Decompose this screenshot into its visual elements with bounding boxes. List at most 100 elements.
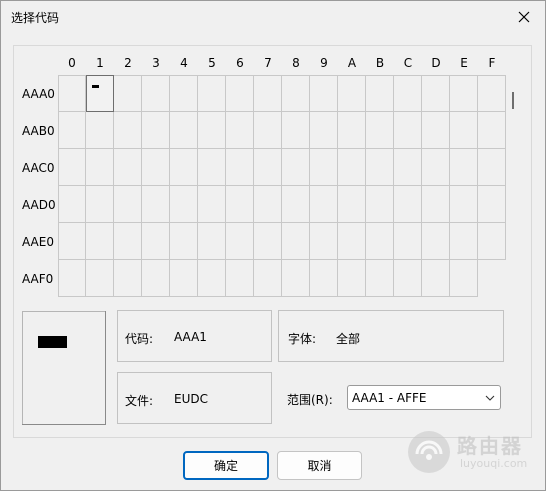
grid-cell[interactable] — [450, 223, 478, 260]
grid-cell[interactable] — [450, 186, 478, 223]
grid-cell[interactable] — [254, 260, 282, 297]
grid-cell[interactable] — [338, 149, 366, 186]
grid-cell[interactable] — [366, 75, 394, 112]
grid-cell[interactable] — [282, 149, 310, 186]
grid-cell[interactable] — [366, 260, 394, 297]
grid-cell[interactable] — [254, 149, 282, 186]
grid-cell[interactable] — [198, 223, 226, 260]
grid-cell[interactable] — [86, 260, 114, 297]
grid-cell[interactable] — [394, 112, 422, 149]
grid-cell[interactable] — [226, 186, 254, 223]
grid-cell[interactable] — [394, 260, 422, 297]
grid-cell[interactable] — [450, 75, 478, 112]
grid-cell[interactable] — [114, 186, 142, 223]
grid-cell[interactable] — [226, 75, 254, 112]
grid-cell[interactable] — [478, 186, 506, 223]
grid-cell[interactable] — [114, 223, 142, 260]
grid-cell[interactable] — [142, 223, 170, 260]
grid-cell[interactable] — [394, 149, 422, 186]
grid-cell[interactable] — [58, 75, 86, 112]
close-button[interactable] — [509, 4, 539, 30]
grid-cell[interactable] — [310, 186, 338, 223]
grid-cell[interactable] — [282, 112, 310, 149]
grid-cell[interactable] — [422, 149, 450, 186]
grid-cell[interactable] — [142, 149, 170, 186]
range-dropdown[interactable]: AAA1 - AFFE — [347, 385, 501, 410]
grid-cell[interactable] — [170, 223, 198, 260]
grid-cell[interactable] — [142, 75, 170, 112]
grid-cell[interactable] — [310, 75, 338, 112]
grid-cell[interactable] — [198, 260, 226, 297]
grid-cell[interactable] — [394, 75, 422, 112]
cancel-button[interactable]: 取消 — [277, 451, 362, 480]
grid-cell[interactable] — [58, 112, 86, 149]
grid-cell[interactable] — [58, 260, 86, 297]
grid-cell[interactable] — [282, 260, 310, 297]
grid-cell[interactable] — [58, 186, 86, 223]
grid-cell[interactable] — [450, 112, 478, 149]
grid-cell[interactable] — [142, 112, 170, 149]
grid-cell[interactable] — [58, 149, 86, 186]
grid-cell[interactable] — [170, 149, 198, 186]
grid-cell[interactable] — [86, 112, 114, 149]
grid-cell[interactable] — [198, 186, 226, 223]
grid-cell[interactable] — [114, 149, 142, 186]
grid-cell[interactable] — [254, 112, 282, 149]
grid-cell[interactable] — [394, 223, 422, 260]
grid-cell[interactable] — [450, 260, 478, 297]
grid-cell[interactable] — [170, 112, 198, 149]
grid-cell[interactable] — [114, 112, 142, 149]
grid-cell[interactable] — [338, 112, 366, 149]
grid-cell[interactable] — [226, 223, 254, 260]
grid-cell[interactable] — [478, 149, 506, 186]
grid-cell[interactable] — [338, 75, 366, 112]
grid-cell[interactable] — [142, 260, 170, 297]
grid-cell[interactable] — [282, 223, 310, 260]
grid-scrollbar[interactable] — [507, 75, 519, 297]
grid-cell[interactable] — [422, 186, 450, 223]
grid-cell[interactable] — [198, 112, 226, 149]
grid-cell[interactable] — [394, 186, 422, 223]
grid-cell[interactable] — [86, 186, 114, 223]
grid-cell[interactable] — [86, 149, 114, 186]
grid-cell[interactable] — [310, 260, 338, 297]
grid-cell[interactable] — [86, 223, 114, 260]
grid-cell[interactable] — [114, 260, 142, 297]
ok-button[interactable]: 确定 — [183, 451, 269, 480]
grid-cell[interactable] — [254, 75, 282, 112]
grid-cell[interactable] — [226, 112, 254, 149]
scrollbar-thumb[interactable] — [512, 92, 514, 109]
grid-cell[interactable] — [422, 223, 450, 260]
grid-cell[interactable] — [478, 112, 506, 149]
grid-cell[interactable] — [366, 149, 394, 186]
grid-cell[interactable] — [422, 75, 450, 112]
grid-cell[interactable] — [170, 75, 198, 112]
grid-cell[interactable] — [310, 223, 338, 260]
grid-cell[interactable] — [226, 260, 254, 297]
grid-cell[interactable] — [170, 186, 198, 223]
grid-cell[interactable] — [450, 149, 478, 186]
grid-cell[interactable] — [366, 223, 394, 260]
grid-cell[interactable] — [338, 260, 366, 297]
grid-cell[interactable] — [366, 112, 394, 149]
grid-cell[interactable] — [282, 186, 310, 223]
grid-cell[interactable] — [142, 186, 170, 223]
grid-cell[interactable] — [478, 75, 506, 112]
grid-cell[interactable] — [282, 75, 310, 112]
grid-cell[interactable] — [198, 75, 226, 112]
grid-cell[interactable] — [422, 112, 450, 149]
grid-cell[interactable] — [310, 112, 338, 149]
grid-cell[interactable] — [226, 149, 254, 186]
grid-cell[interactable] — [198, 149, 226, 186]
grid-cell[interactable] — [310, 149, 338, 186]
grid-cell[interactable] — [170, 260, 198, 297]
grid-cell[interactable] — [422, 260, 450, 297]
grid-cell[interactable] — [366, 186, 394, 223]
grid-cell[interactable] — [114, 75, 142, 112]
grid-cell-selected[interactable] — [86, 75, 114, 112]
grid-cell[interactable] — [254, 223, 282, 260]
grid-cell[interactable] — [338, 223, 366, 260]
grid-cell[interactable] — [338, 186, 366, 223]
grid-cell[interactable] — [58, 223, 86, 260]
grid-cell[interactable] — [478, 223, 506, 260]
